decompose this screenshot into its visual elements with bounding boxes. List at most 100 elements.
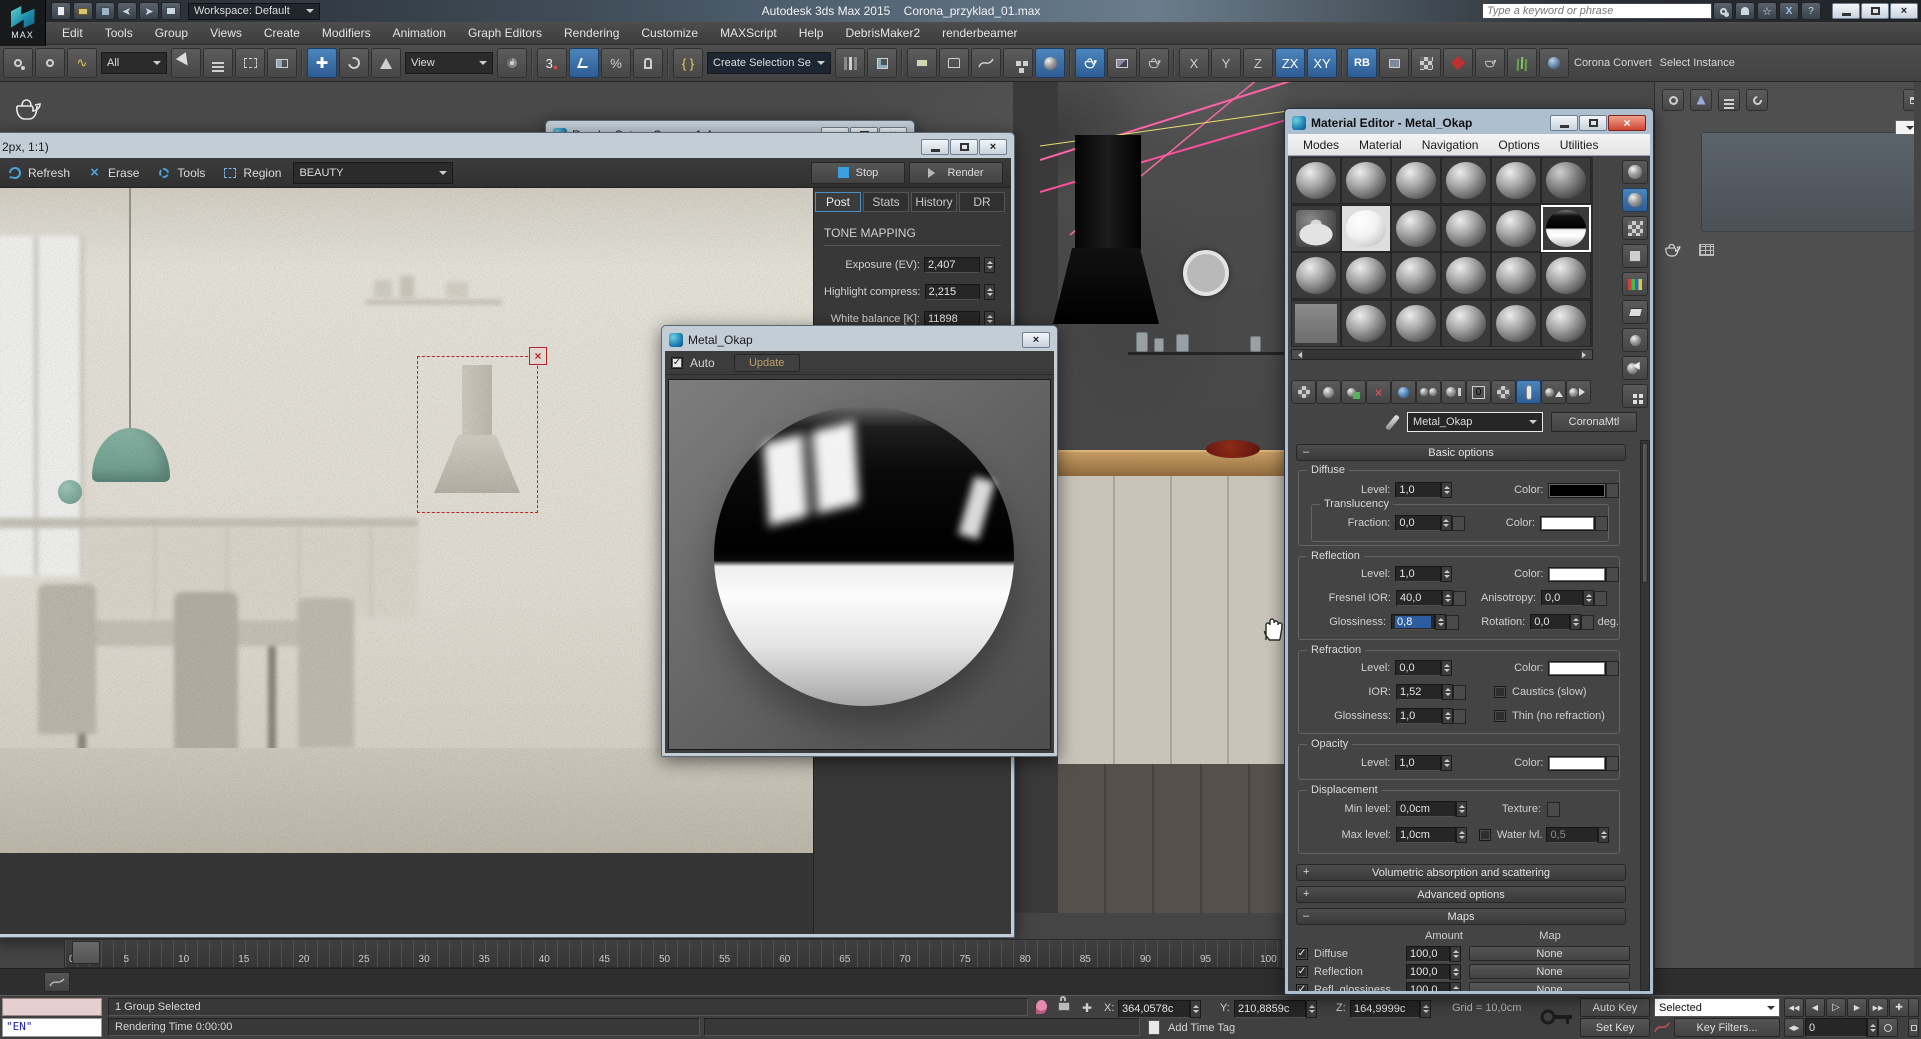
fresnel-map-button[interactable]	[1453, 591, 1466, 606]
assign-material-to-selection-icon[interactable]	[1341, 380, 1366, 404]
spinner[interactable]	[1450, 982, 1461, 992]
material-type-button[interactable]: CoronaMtl	[1551, 412, 1637, 432]
refraction-ior-field[interactable]: 1,52	[1396, 684, 1442, 700]
workspace-dropdown[interactable]: Workspace: Default	[188, 3, 320, 20]
menu-item[interactable]: Help	[789, 23, 834, 43]
corona-convert-sphere-icon[interactable]	[1539, 48, 1569, 78]
close-button[interactable]: ×	[979, 139, 1007, 155]
search-icon[interactable]	[1713, 2, 1733, 20]
angle-snap-icon[interactable]	[569, 48, 599, 78]
material-editor-icon[interactable]	[1035, 48, 1065, 78]
vfb-stop-button[interactable]: Stop	[811, 162, 905, 184]
corona-checker-icon[interactable]	[1411, 48, 1441, 78]
layer-manager-icon[interactable]	[907, 48, 937, 78]
rotation-map-button[interactable]	[1581, 615, 1594, 630]
select-and-link-icon[interactable]	[3, 48, 33, 78]
glossiness-map-button[interactable]	[1446, 615, 1459, 630]
sample-slot[interactable]	[1291, 300, 1341, 347]
params-scrollbar[interactable]	[1640, 440, 1650, 991]
fresnel-ior-field[interactable]: 40,0	[1396, 590, 1442, 606]
menu-item[interactable]: Create	[254, 23, 310, 43]
make-unique-icon[interactable]	[1416, 380, 1441, 404]
thin-checkbox[interactable]	[1494, 710, 1506, 722]
menu-item[interactable]: Views	[200, 23, 252, 43]
refraction-glossiness-field[interactable]: 1,0	[1396, 708, 1442, 724]
diffuse-level-field[interactable]: 1,0	[1395, 482, 1441, 498]
material-id-channel-icon[interactable]: 0	[1466, 380, 1491, 404]
menu-item[interactable]: Animation	[383, 23, 456, 43]
scene-wall-clock[interactable]	[1183, 250, 1229, 296]
vfb-refresh-button[interactable]: Refresh	[2, 162, 78, 183]
spinner[interactable]	[1441, 482, 1452, 498]
play-button[interactable]: ▷	[1826, 998, 1846, 1017]
sample-slot[interactable]	[1391, 300, 1441, 347]
axis-zx-button[interactable]: ZX	[1275, 48, 1305, 78]
sample-slot[interactable]	[1391, 205, 1441, 252]
rotation-field[interactable]: 0,0	[1530, 614, 1570, 630]
menu-item[interactable]: Edit	[52, 23, 93, 43]
vfb-render-button[interactable]: Render	[909, 162, 1003, 184]
axis-x-button[interactable]: X	[1179, 48, 1209, 78]
show-end-result-icon[interactable]	[1516, 380, 1541, 404]
me-menu-item[interactable]: Options	[1489, 136, 1548, 154]
maximize-button[interactable]	[950, 139, 978, 155]
menu-item[interactable]: Rendering	[554, 23, 629, 43]
render-setup-icon[interactable]	[1075, 48, 1105, 78]
sample-slot[interactable]	[1291, 205, 1341, 252]
sample-slot[interactable]	[1341, 157, 1391, 204]
rollout-maps[interactable]: –Maps	[1296, 908, 1626, 925]
anisotropy-field[interactable]: 0,0	[1541, 590, 1583, 606]
axis-xy-button[interactable]: XY	[1307, 48, 1337, 78]
displacement-texture-button[interactable]	[1547, 802, 1560, 817]
generate-preview-icon[interactable]	[1622, 300, 1648, 324]
select-rotate-icon[interactable]	[339, 48, 369, 78]
translucency-color-map-button[interactable]	[1595, 516, 1608, 531]
scene-converter-icon[interactable]	[1379, 48, 1409, 78]
named-selection-set-dropdown[interactable]: Create Selection Se	[707, 52, 831, 74]
reference-coordinate-dropdown[interactable]: View	[405, 52, 493, 74]
spinner[interactable]	[1441, 660, 1452, 676]
menu-item[interactable]: Customize	[631, 23, 708, 43]
maxscript-mini-listener-pink[interactable]	[2, 998, 102, 1016]
spinner[interactable]	[1456, 827, 1467, 843]
selection-filter-dropdown[interactable]: All	[101, 52, 167, 74]
put-to-library-icon[interactable]	[1441, 380, 1466, 404]
rollout-volumetric[interactable]: +Volumetric absorption and scattering	[1296, 864, 1626, 881]
get-material-icon[interactable]	[1291, 380, 1316, 404]
spinner[interactable]	[1450, 964, 1461, 980]
map-slot-button[interactable]: None	[1469, 964, 1630, 979]
sample-slot[interactable]	[1341, 252, 1391, 299]
caustics-checkbox[interactable]	[1494, 686, 1506, 698]
sample-slot[interactable]	[1441, 205, 1491, 252]
vfb-tab[interactable]: Stats	[863, 192, 909, 212]
sample-type-icon[interactable]	[1622, 160, 1648, 184]
material-name-dropdown[interactable]: Metal_Okap	[1407, 412, 1543, 432]
me-menu-item[interactable]: Navigation	[1413, 136, 1488, 154]
menu-item[interactable]: DebrisMaker2	[835, 23, 930, 43]
sample-slot[interactable]	[1491, 252, 1541, 299]
spinner[interactable]	[1441, 515, 1452, 531]
selection-set-key-dropdown[interactable]: Selected	[1654, 998, 1780, 1017]
sample-slot[interactable]	[1291, 252, 1341, 299]
value-field[interactable]: 2,215	[925, 284, 980, 300]
material-editor-window[interactable]: Material Editor - Metal_Okap × ModesMate…	[1284, 108, 1654, 995]
spinner[interactable]	[1441, 566, 1452, 582]
x-coordinate[interactable]: 364,0578c	[1118, 1000, 1201, 1018]
map-slot-button[interactable]: None	[1469, 946, 1630, 961]
grid-button-icon[interactable]	[1699, 244, 1714, 256]
select-scale-icon[interactable]	[371, 48, 401, 78]
sample-slot[interactable]	[1341, 300, 1391, 347]
maximize-viewport-icon[interactable]	[1908, 1018, 1919, 1037]
modify-tab-icon[interactable]	[1690, 89, 1712, 111]
diffuse-color-map-button[interactable]	[1606, 483, 1619, 498]
panel-scrollbar[interactable]	[1914, 82, 1921, 995]
vfb-region-button[interactable]: Region	[217, 162, 289, 183]
3dsmax-logo[interactable]: MAX	[0, 0, 46, 46]
project-folder-icon[interactable]	[161, 2, 181, 20]
percent-snap-icon[interactable]: %	[601, 48, 631, 78]
select-gizmo-icon[interactable]: ✚	[1889, 998, 1909, 1017]
me-menu-item[interactable]: Utilities	[1551, 136, 1608, 154]
sample-slot[interactable]	[1441, 252, 1491, 299]
minimize-button[interactable]	[1550, 115, 1578, 131]
minimize-button[interactable]	[1832, 3, 1860, 19]
